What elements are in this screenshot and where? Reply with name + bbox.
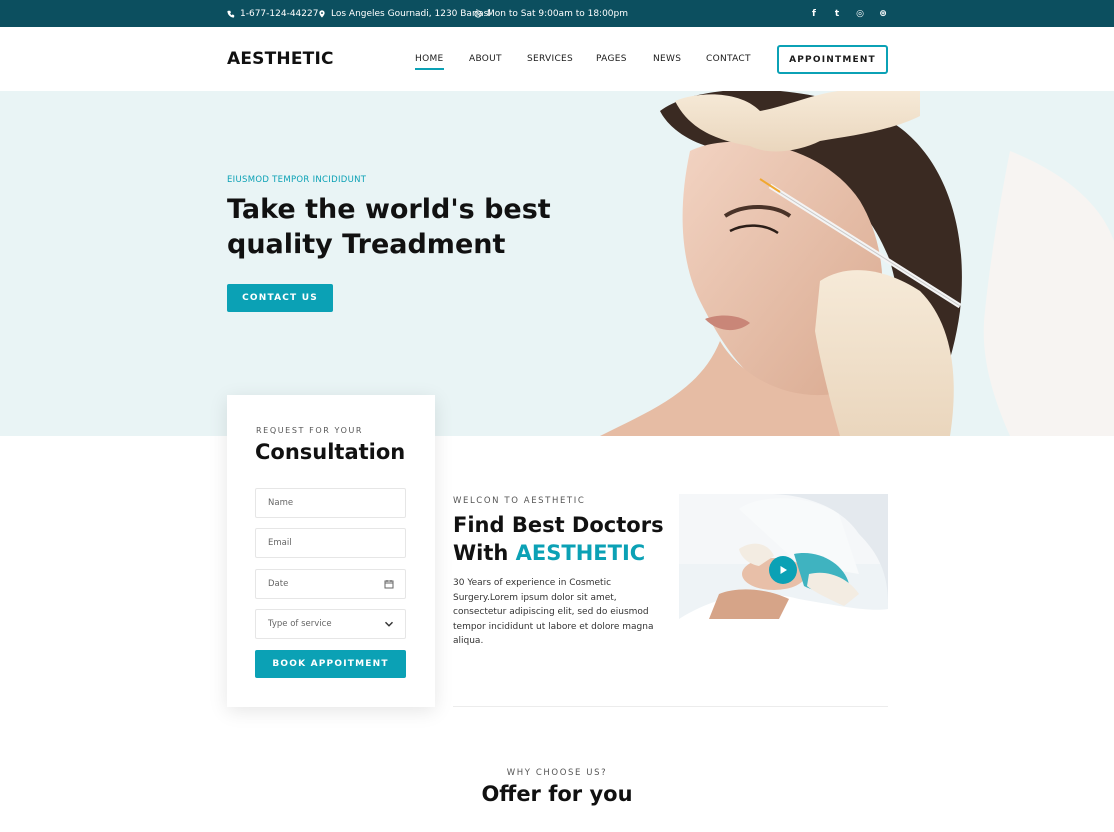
date-placeholder: Date [268, 579, 289, 589]
hours-text: Mon to Sat 9:00am to 18:00pm [487, 8, 629, 19]
offer-title: Offer for you [481, 782, 633, 806]
consultation-title: Consultation [255, 440, 406, 464]
appointment-button[interactable]: APPOINTMENT [777, 45, 888, 74]
nav-services[interactable]: SERVICES [527, 54, 573, 64]
email-field[interactable]: Email [255, 528, 406, 558]
nav-news[interactable]: NEWS [653, 54, 681, 64]
book-appointment-button[interactable]: BOOK APPOITMENT [255, 650, 406, 678]
hours-info: Mon to Sat 9:00am to 18:00pm [474, 0, 628, 27]
site-header: AESTHETIC HOME ABOUT SERVICES PAGES NEWS… [0, 27, 1114, 91]
chevron-down-icon [384, 621, 394, 627]
clock-icon [474, 9, 482, 18]
section-divider [453, 706, 888, 707]
hero-treatment-photo [590, 91, 1114, 436]
about-title-line1: Find Best Doctors [453, 513, 664, 537]
consultation-form-card: REQUEST FOR YOUR Consultation Name Email… [227, 395, 435, 707]
about-title-prefix: With [453, 541, 516, 565]
about-description: 30 Years of experience in Cosmetic Surge… [453, 578, 654, 646]
phone-info[interactable]: 1-677-124-44227 [227, 0, 318, 27]
site-logo[interactable]: AESTHETIC [227, 49, 334, 69]
hero-eyebrow: EIUSMOD TEMPOR INCIDIDUNT [227, 175, 367, 185]
map-pin-icon [319, 9, 325, 18]
dribbble-icon[interactable]: ⊛ [878, 9, 888, 19]
instagram-icon[interactable]: ◎ [855, 9, 865, 19]
consultation-eyebrow: REQUEST FOR YOUR [256, 426, 364, 435]
phone-icon [227, 10, 235, 18]
calendar-icon[interactable] [384, 579, 394, 589]
facebook-icon[interactable]: f [809, 9, 819, 19]
nav-about[interactable]: ABOUT [469, 54, 502, 64]
play-video-button[interactable] [769, 556, 797, 584]
top-info-bar: 1-677-124-44227 Los Angeles Gournadi, 12… [0, 0, 1114, 27]
about-eyebrow: WELCON TO AESTHETIC [453, 496, 586, 506]
twitter-icon[interactable]: t [832, 9, 842, 19]
name-field[interactable]: Name [255, 488, 406, 518]
service-select[interactable]: Type of service [255, 609, 406, 639]
offer-eyebrow: WHY CHOOSE US? [506, 768, 608, 778]
about-title: Find Best Doctors With AESTHETIC [453, 511, 673, 567]
nav-home[interactable]: HOME [415, 54, 444, 70]
nav-pages[interactable]: PAGES [596, 54, 627, 64]
about-title-accent: AESTHETIC [515, 541, 646, 565]
hero-title: Take the world's best quality Treadment [227, 194, 551, 260]
address-info: Los Angeles Gournadi, 1230 Bariasl [318, 0, 491, 27]
address-text: Los Angeles Gournadi, 1230 Bariasl [331, 8, 491, 19]
video-thumbnail[interactable] [679, 494, 888, 646]
service-placeholder: Type of service [268, 619, 332, 629]
nav-contact[interactable]: CONTACT [706, 54, 751, 64]
date-field[interactable]: Date [255, 569, 406, 599]
hero-section: EIUSMOD TEMPOR INCIDIDUNT Take the world… [0, 91, 1114, 436]
contact-us-button[interactable]: CONTACT US [227, 284, 333, 312]
social-links: f t ◎ ⊛ [809, 0, 888, 27]
play-icon [780, 566, 787, 574]
phone-number[interactable]: 1-677-124-44227 [240, 9, 318, 19]
